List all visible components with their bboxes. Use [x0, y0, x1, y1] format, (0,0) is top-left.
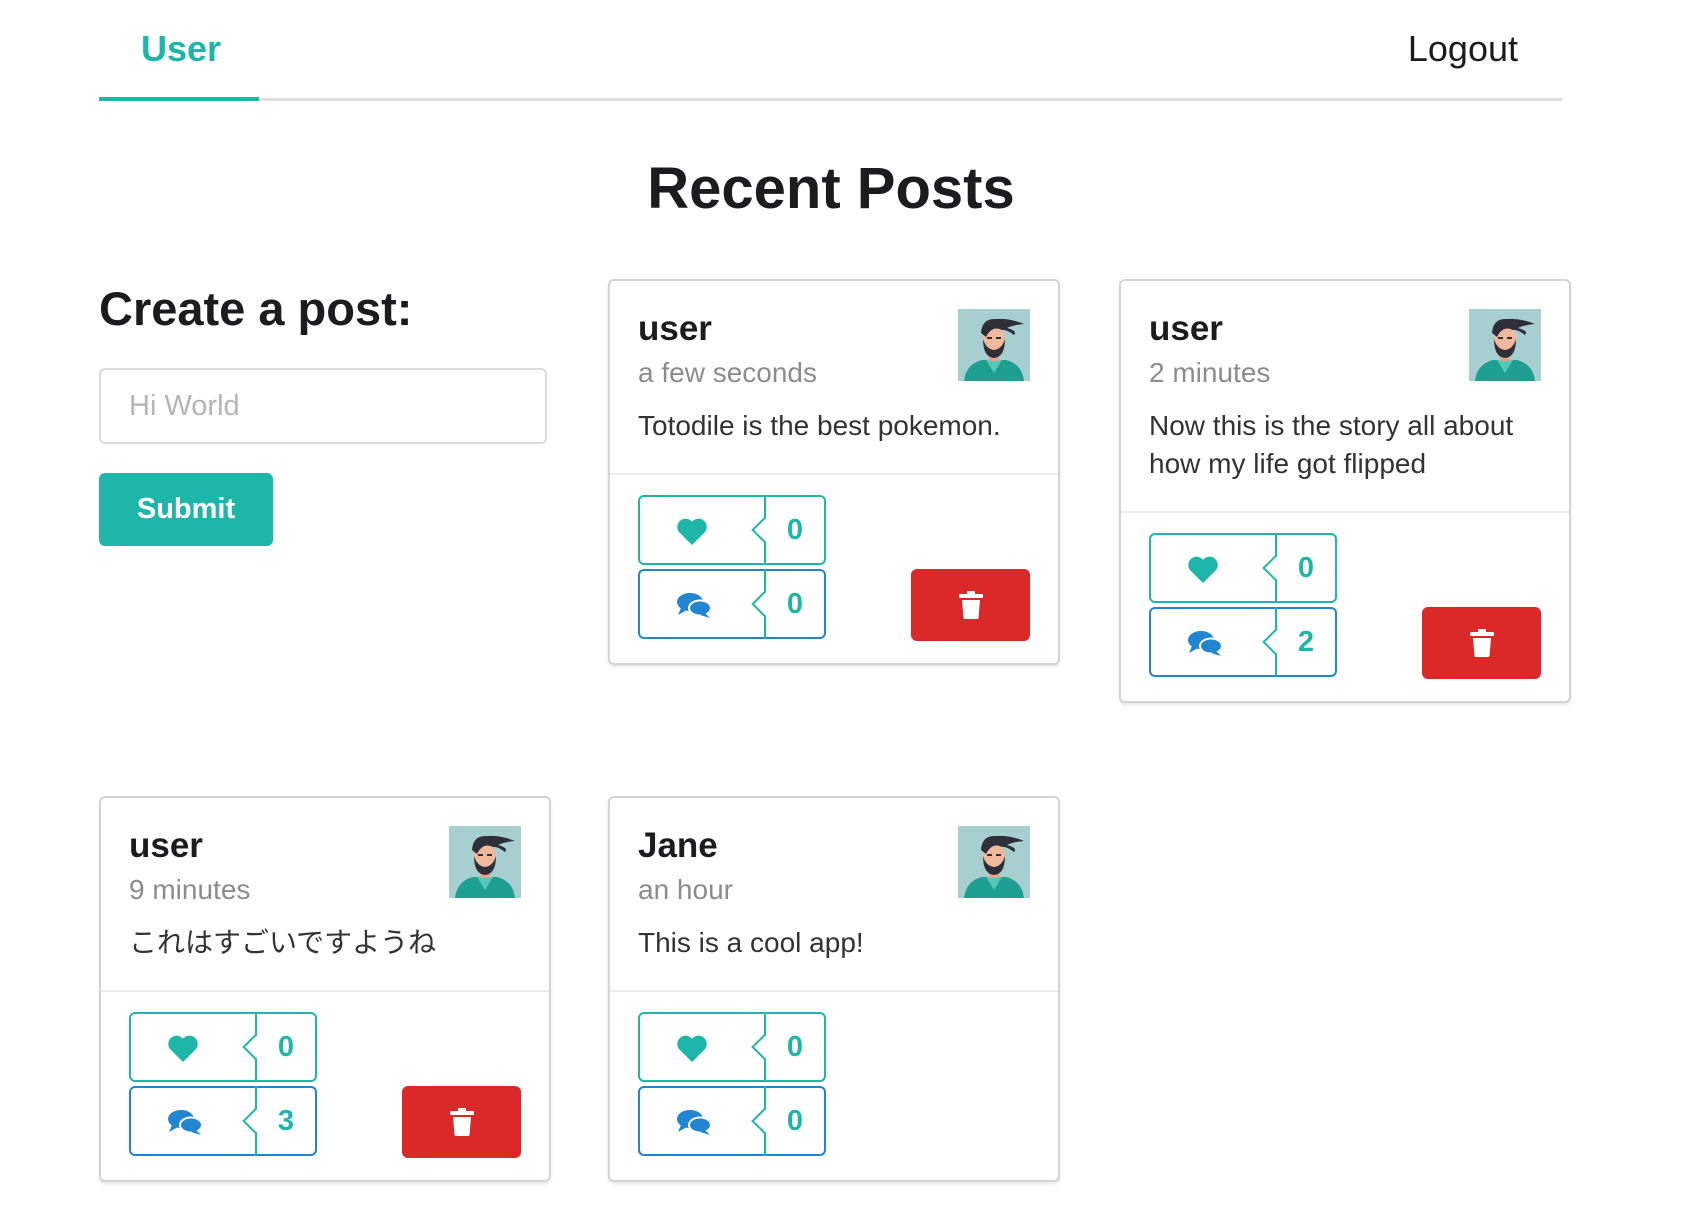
avatar [958, 826, 1030, 898]
page-title: Recent Posts [647, 156, 1015, 221]
comment-count: 0 [786, 587, 804, 620]
active-tab-underline [99, 97, 259, 101]
comments-icon [1188, 631, 1223, 657]
top-menu: User Logout [99, 0, 1562, 101]
card-content: user 2 minutes Now this is the story all… [1121, 281, 1569, 511]
like-count: 0 [1297, 551, 1315, 584]
avatar [958, 309, 1030, 381]
comments-icon [168, 1110, 203, 1136]
tab-user-label: User [141, 28, 222, 69]
post-card: user a few seconds Totodile is the best … [608, 279, 1060, 666]
avatar [449, 826, 521, 898]
comment-button[interactable]: 0 [638, 1086, 826, 1157]
comment-button[interactable]: 2 [1149, 607, 1337, 678]
delete-button[interactable] [911, 569, 1030, 642]
card-actions: 0 3 [101, 990, 549, 1180]
comment-count: 0 [786, 1104, 804, 1137]
like-count: 0 [277, 1030, 295, 1063]
like-button[interactable]: 0 [638, 495, 826, 566]
avatar [1469, 309, 1541, 381]
card-content: Jane an hour This is a cool app! [610, 798, 1058, 990]
logout-link[interactable]: Logout [1408, 28, 1518, 70]
heart-icon [168, 1035, 198, 1063]
trash-icon [449, 1108, 474, 1137]
post-text: This is a cool app! [638, 927, 864, 959]
post-card: Jane an hour This is a cool app! 0 0 [608, 796, 1060, 1183]
post-input[interactable] [99, 368, 547, 444]
comments-icon [677, 593, 712, 619]
trash-icon [958, 591, 983, 620]
create-post-title: Create a post: [99, 282, 413, 335]
comment-button[interactable]: 0 [638, 569, 826, 640]
heart-icon [677, 1035, 707, 1063]
post-text: これはすごいですようね [129, 927, 437, 959]
post-card: user 2 minutes Now this is the story all… [1119, 279, 1571, 704]
card-content: user 9 minutes これはすごいですようね [101, 798, 549, 990]
post-text: Now this is the story all about how my l… [1149, 410, 1514, 480]
card-content: user a few seconds Totodile is the best … [610, 281, 1058, 473]
like-count: 0 [786, 1030, 804, 1063]
heart-icon [1188, 556, 1218, 584]
comments-icon [677, 1110, 712, 1136]
post-text: Totodile is the best pokemon. [638, 410, 1001, 442]
like-button[interactable]: 0 [1149, 533, 1337, 604]
card-actions: 0 0 [610, 990, 1058, 1180]
menu-divider [99, 98, 1562, 101]
submit-button[interactable]: Submit [99, 473, 273, 546]
delete-button[interactable] [1422, 607, 1541, 680]
heart-icon [677, 518, 707, 546]
like-count: 0 [786, 513, 804, 546]
like-button[interactable]: 0 [638, 1012, 826, 1083]
comment-button[interactable]: 3 [129, 1086, 317, 1157]
comment-count: 3 [277, 1104, 295, 1137]
comment-count: 2 [1297, 625, 1315, 658]
trash-icon [1469, 629, 1494, 658]
like-button[interactable]: 0 [129, 1012, 317, 1083]
post-card: user 9 minutes これはすごいですようね 0 3 [99, 796, 551, 1183]
card-actions: 0 0 [610, 473, 1058, 663]
tab-user[interactable]: User [99, 0, 259, 101]
card-actions: 0 2 [1121, 511, 1569, 701]
delete-button[interactable] [402, 1086, 521, 1159]
